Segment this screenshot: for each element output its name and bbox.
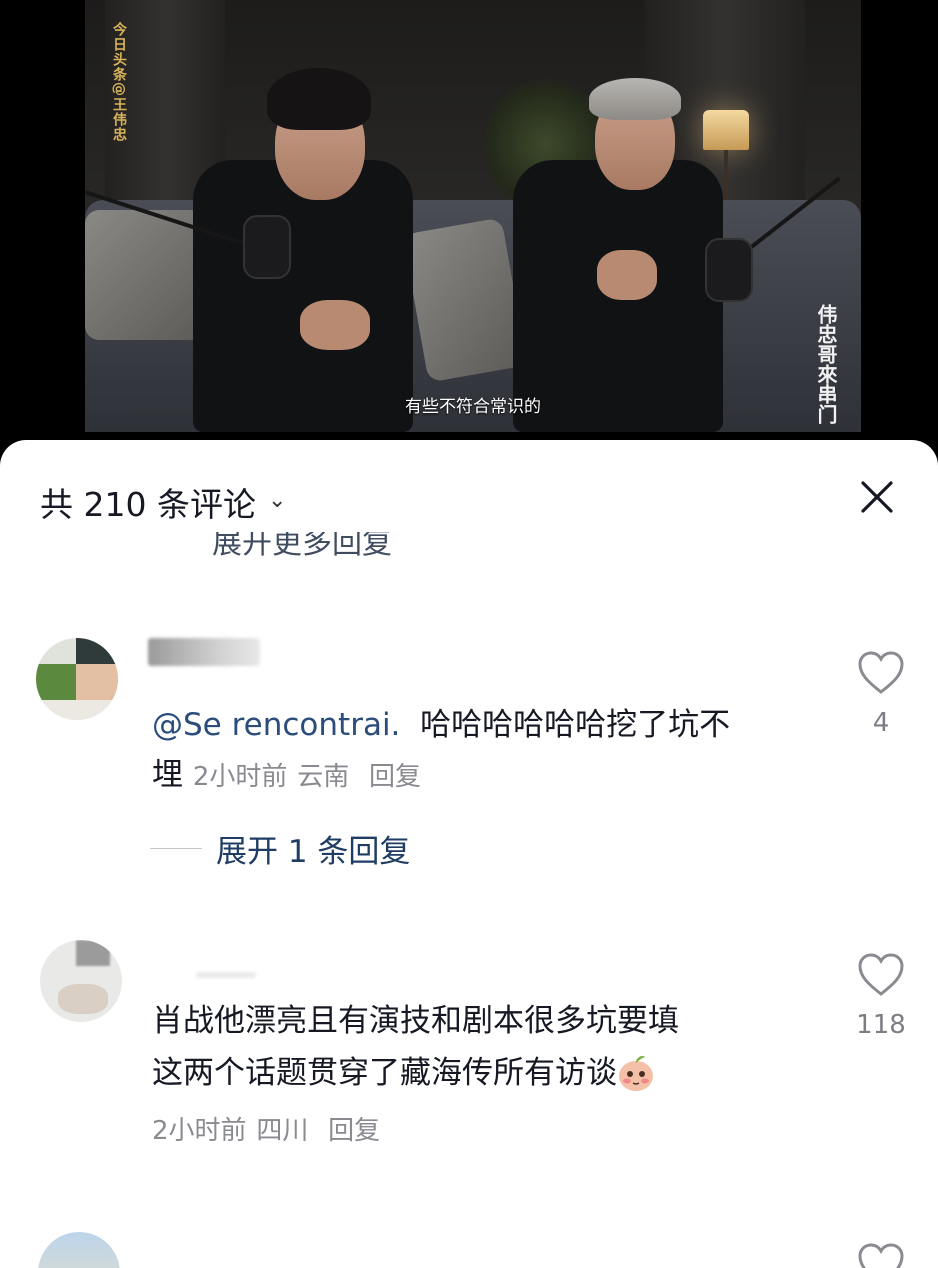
- expand-replies-button[interactable]: 展开 1 条回复: [150, 826, 410, 871]
- reply-button[interactable]: 回复: [369, 762, 421, 792]
- mention-link[interactable]: @Se rencontrai.: [152, 707, 400, 743]
- reply-button[interactable]: 回复: [328, 1116, 380, 1146]
- avatar[interactable]: [38, 1232, 120, 1268]
- comment-body-line2: 这两个话题贯穿了藏海传所有访谈: [152, 1048, 655, 1098]
- watermark-toutiao: 今日头条@王伟忠: [111, 22, 127, 142]
- comment-meta: 2小时前 四川 回复: [152, 1104, 380, 1156]
- comments-count-title: 共 210 条评论: [40, 485, 256, 524]
- comment-body: @Se rencontrai. 哈哈哈哈哈哈挖了坑不: [152, 707, 731, 743]
- lamp: [703, 110, 749, 150]
- avatar[interactable]: [40, 940, 122, 1022]
- microphone: [243, 215, 291, 279]
- username-redacted[interactable]: [148, 638, 260, 666]
- comment-location: 云南: [297, 762, 350, 792]
- comments-panel: 共 210 条评论 ⌄ 展开更多回复 @Se rencontrai. 哈哈哈哈哈…: [0, 440, 938, 1268]
- comment-location: 四川: [256, 1116, 309, 1146]
- heart-icon[interactable]: [857, 650, 905, 696]
- username-redacted[interactable]: [196, 972, 256, 978]
- like-count: 4: [872, 708, 890, 738]
- comment-body: 肖战他漂亮且有演技和剧本很多坑要填: [152, 1003, 679, 1039]
- video-player[interactable]: 今日头条@王伟忠 伟忠哥來串门 有些不符合常识的: [85, 0, 861, 432]
- comment-time: 2小时前: [152, 1116, 247, 1146]
- heart-icon[interactable]: [857, 1242, 905, 1268]
- chevron-down-icon[interactable]: ⌄: [268, 488, 286, 513]
- video-subtitle: 有些不符合常识的: [405, 397, 541, 417]
- microphone: [705, 238, 753, 302]
- expand-replies-partial[interactable]: 展开更多回复: [212, 532, 442, 562]
- comment-time: 2小时前: [192, 762, 288, 792]
- like-count: 118: [856, 1010, 906, 1040]
- pillow: [85, 210, 205, 340]
- comments-header[interactable]: 共 210 条评论 ⌄: [40, 478, 286, 526]
- blush-peach-emoji: [619, 1055, 653, 1091]
- comment-body-line2: 埋 2小时前 云南 回复: [152, 757, 422, 793]
- close-icon[interactable]: [860, 480, 894, 514]
- avatar[interactable]: [36, 638, 118, 720]
- heart-icon[interactable]: [857, 952, 905, 998]
